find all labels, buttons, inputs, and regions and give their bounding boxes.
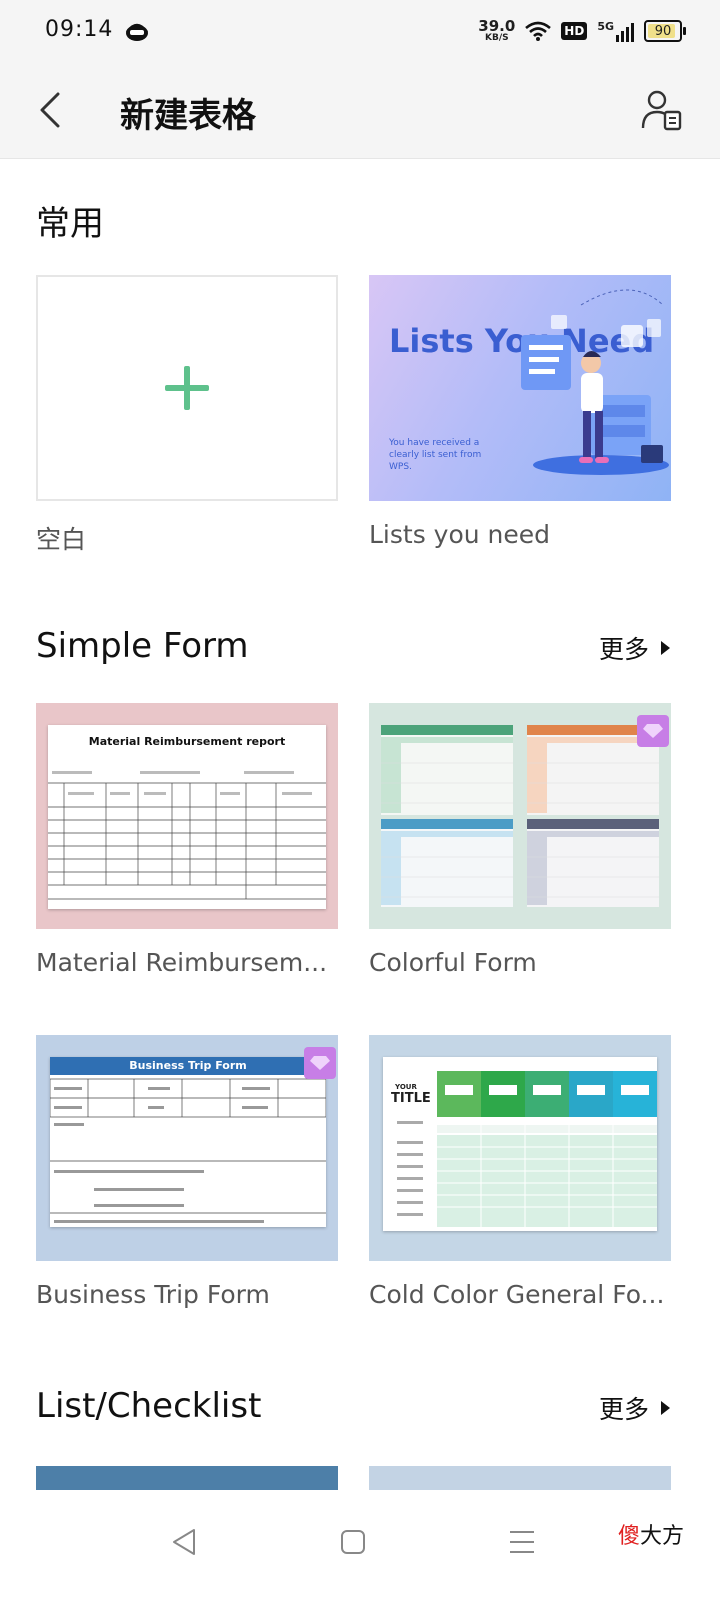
section-title-list-checklist: List/Checklist	[36, 1386, 262, 1426]
more-button-list-checklist[interactable]: 更多	[599, 1390, 670, 1426]
app-bar: 新建表格	[0, 62, 720, 159]
template-caption-cold-color: Cold Color General Fo...	[369, 1280, 665, 1309]
system-nav-bar: 傻大方	[0, 1490, 720, 1600]
network-speed: 39.0 KB/S	[478, 17, 516, 43]
wifi-icon	[525, 21, 552, 41]
status-bar: 09:14 39.0 KB/S HD 5G 90	[0, 0, 720, 62]
thumb-sheet: Material Reimbursement report	[48, 725, 326, 909]
premium-gem-icon	[637, 715, 669, 747]
more-button-simple-form[interactable]: 更多	[599, 630, 670, 666]
back-arrow-icon[interactable]	[34, 90, 70, 130]
template-material-reimbursement[interactable]: Material Reimbursement report	[36, 703, 338, 929]
chevron-right-icon	[661, 641, 670, 655]
table-lines-illustration	[48, 771, 326, 900]
person-with-lists-illustration	[521, 289, 669, 475]
premium-gem-icon	[304, 1047, 336, 1079]
page-title: 新建表格	[120, 96, 256, 136]
kpi-table-illustration	[397, 1071, 657, 1227]
thumb-sheet: YOUR TITLE	[383, 1057, 657, 1231]
nav-home-icon[interactable]	[333, 1522, 373, 1562]
headphones-app-icon	[125, 23, 149, 41]
cell-signal-icon: 5G	[597, 20, 634, 42]
status-time: 09:14	[45, 17, 114, 42]
template-colorful-form[interactable]	[369, 703, 671, 929]
thumb-sheet: Business Trip Form	[50, 1057, 326, 1227]
template-caption-lists: Lists you need	[369, 520, 551, 549]
template-lists-you-need[interactable]: Lists You Need You have received a clear…	[369, 275, 671, 501]
thumb-sub-text: You have received a clearly list sent fr…	[389, 438, 482, 472]
nav-back-icon[interactable]	[164, 1522, 204, 1562]
template-peek-2[interactable]	[369, 1466, 671, 1490]
plus-icon	[165, 366, 209, 410]
battery-icon: 90	[644, 20, 686, 42]
hd-badge: HD	[561, 22, 588, 40]
user-document-icon[interactable]	[640, 88, 684, 132]
status-icons: 39.0 KB/S HD 5G 90	[478, 15, 686, 47]
template-caption-material: Material Reimbursem...	[36, 948, 328, 977]
template-caption-colorful: Colorful Form	[369, 948, 537, 977]
template-caption-blank: 空白	[36, 525, 87, 554]
template-peek-1[interactable]	[36, 1466, 338, 1490]
section-title-common: 常用	[36, 204, 104, 244]
template-cold-color-general[interactable]: YOUR TITLE	[369, 1035, 671, 1261]
colorful-tables-illustration	[381, 725, 659, 907]
template-business-trip[interactable]: Business Trip Form	[36, 1035, 338, 1261]
section-title-simple-form: Simple Form	[36, 626, 249, 666]
chevron-right-icon	[661, 1401, 670, 1415]
template-blank[interactable]	[36, 275, 338, 501]
form-lines-illustration	[50, 1078, 326, 1223]
watermark: 傻大方	[618, 1524, 685, 1549]
template-caption-business-trip: Business Trip Form	[36, 1280, 270, 1309]
nav-menu-icon[interactable]	[502, 1522, 542, 1562]
